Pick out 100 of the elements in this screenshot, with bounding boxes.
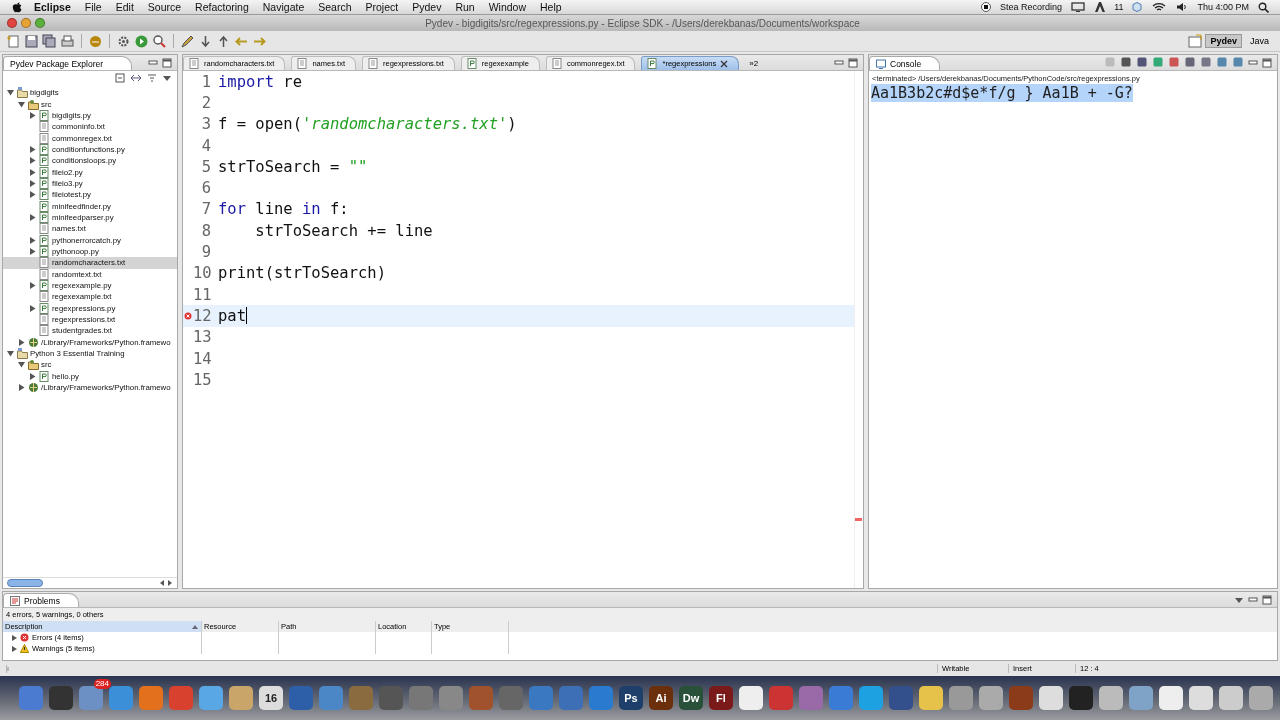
text-file-icon xyxy=(39,121,50,133)
tab-overflow[interactable]: »2 xyxy=(745,59,763,70)
collapsed-arrow-icon[interactable] xyxy=(11,645,17,652)
perspective-button[interactable]: Pydev xyxy=(1205,34,1242,48)
wifi-icon[interactable] xyxy=(1152,2,1167,12)
monitor-icon[interactable] xyxy=(1071,2,1086,12)
maximize-icon[interactable] xyxy=(1262,595,1272,605)
collapsed-arrow-icon[interactable] xyxy=(29,304,36,312)
line-number: 2 xyxy=(200,93,212,112)
collapse-all-icon[interactable] xyxy=(115,73,125,83)
maximize-icon[interactable] xyxy=(848,58,858,68)
minimize-icon[interactable] xyxy=(1248,58,1258,68)
py-file-icon xyxy=(39,302,50,314)
explorer-tab[interactable]: Pydev Package Explorer xyxy=(3,56,133,70)
app-icon[interactable] xyxy=(1159,686,1183,710)
app-icon[interactable]: Fl xyxy=(709,686,733,710)
app-icon[interactable] xyxy=(1039,686,1063,710)
problems-tab[interactable]: Problems xyxy=(3,593,79,607)
scroll-arrows-icon[interactable] xyxy=(159,579,173,587)
app-menu[interactable]: Eclipse xyxy=(34,1,71,13)
apple-icon[interactable] xyxy=(12,1,22,13)
minimize-button[interactable] xyxy=(21,18,31,28)
folder-icon xyxy=(17,87,28,99)
menu-item[interactable]: Project xyxy=(365,1,399,13)
menu-item[interactable]: Window xyxy=(488,1,526,13)
py-file-icon xyxy=(647,58,659,69)
expanded-arrow-icon[interactable] xyxy=(18,361,25,369)
app-icon[interactable]: Dw xyxy=(679,686,703,710)
collapsed-arrow-icon[interactable] xyxy=(29,236,36,244)
menu-item[interactable]: Edit xyxy=(115,1,134,13)
expanded-arrow-icon[interactable] xyxy=(7,89,14,97)
new-file-icon[interactable] xyxy=(6,33,21,49)
collapsed-arrow-icon[interactable] xyxy=(29,372,36,380)
app-icon[interactable] xyxy=(1069,686,1093,710)
collapsed-arrow-icon[interactable] xyxy=(18,384,25,392)
app-icon[interactable]: Ps xyxy=(619,686,643,710)
line-number: 1 xyxy=(200,72,212,91)
code-line: f = open('randomcharacters.txt') xyxy=(218,115,517,134)
minimize-icon[interactable] xyxy=(834,58,844,68)
collapsed-arrow-icon[interactable] xyxy=(29,145,36,153)
maximize-icon[interactable] xyxy=(1262,58,1272,68)
collapsed-arrow-icon[interactable] xyxy=(29,213,36,221)
cube-icon[interactable] xyxy=(1132,2,1143,12)
app-icon[interactable] xyxy=(1219,686,1243,710)
console-tab[interactable]: Console xyxy=(869,56,941,70)
menu-item[interactable]: Help xyxy=(540,1,562,13)
app-icon[interactable] xyxy=(1099,686,1123,710)
minimize-icon[interactable] xyxy=(1248,595,1258,605)
collapsed-arrow-icon[interactable] xyxy=(18,338,25,346)
py-file-icon xyxy=(39,280,50,291)
view-menu-icon[interactable] xyxy=(162,73,172,83)
menu-item[interactable]: Navigate xyxy=(262,1,305,13)
app-icon[interactable] xyxy=(1189,686,1213,710)
app-icon[interactable] xyxy=(739,686,763,710)
menu-item[interactable]: Source xyxy=(147,1,182,13)
code-line: for line in f: xyxy=(218,200,349,219)
py-file-icon xyxy=(39,200,50,212)
view-menu-icon[interactable] xyxy=(1234,595,1244,605)
volume-icon[interactable] xyxy=(1176,2,1189,12)
app-icon[interactable]: 16 xyxy=(259,686,283,710)
collapsed-arrow-icon[interactable] xyxy=(29,248,36,255)
menu-item[interactable]: Search xyxy=(318,1,352,13)
expanded-arrow-icon[interactable] xyxy=(18,100,25,108)
collapsed-arrow-icon[interactable] xyxy=(11,634,17,641)
perspective-button[interactable]: Java xyxy=(1245,34,1274,48)
maximize-icon[interactable] xyxy=(162,58,172,68)
py-file-icon xyxy=(39,109,50,121)
zoom-button[interactable] xyxy=(35,18,45,28)
error-marker[interactable] xyxy=(855,518,862,522)
text-file-icon xyxy=(189,58,200,69)
up-arrow-icon[interactable] xyxy=(216,33,231,49)
scroll-thumb-icon[interactable] xyxy=(7,579,43,587)
open-perspective-icon[interactable] xyxy=(1188,34,1203,48)
close-button[interactable] xyxy=(7,18,17,28)
filter-icon[interactable] xyxy=(147,73,157,83)
menu-item[interactable]: File xyxy=(84,1,102,13)
collapsed-arrow-icon[interactable] xyxy=(29,168,36,176)
app-icon[interactable]: Ai xyxy=(649,686,673,710)
collapsed-arrow-icon[interactable] xyxy=(29,111,36,119)
menu-item[interactable]: Pydev xyxy=(412,1,442,13)
save-icon[interactable] xyxy=(24,33,39,49)
expanded-arrow-icon[interactable] xyxy=(7,350,14,358)
link-icon[interactable] xyxy=(130,73,142,83)
collapsed-arrow-icon[interactable] xyxy=(29,282,36,289)
menu-item[interactable]: Run xyxy=(455,1,475,13)
text-file-icon xyxy=(39,223,50,235)
collapsed-arrow-icon[interactable] xyxy=(29,157,36,165)
pencil-icon[interactable] xyxy=(180,33,195,49)
collapsed-arrow-icon[interactable] xyxy=(29,179,36,187)
menu-item[interactable]: Refactoring xyxy=(195,1,249,13)
folder-icon xyxy=(17,348,28,360)
run-icon[interactable] xyxy=(134,33,149,49)
app-icon[interactable] xyxy=(919,686,943,710)
save-all-icon[interactable] xyxy=(42,33,57,49)
down-arrow-icon[interactable] xyxy=(198,33,213,49)
collapsed-arrow-icon[interactable] xyxy=(29,191,36,199)
record-icon[interactable] xyxy=(981,2,992,12)
close-icon[interactable] xyxy=(720,59,729,68)
print-icon[interactable] xyxy=(60,33,75,49)
minimize-icon[interactable] xyxy=(148,58,158,68)
